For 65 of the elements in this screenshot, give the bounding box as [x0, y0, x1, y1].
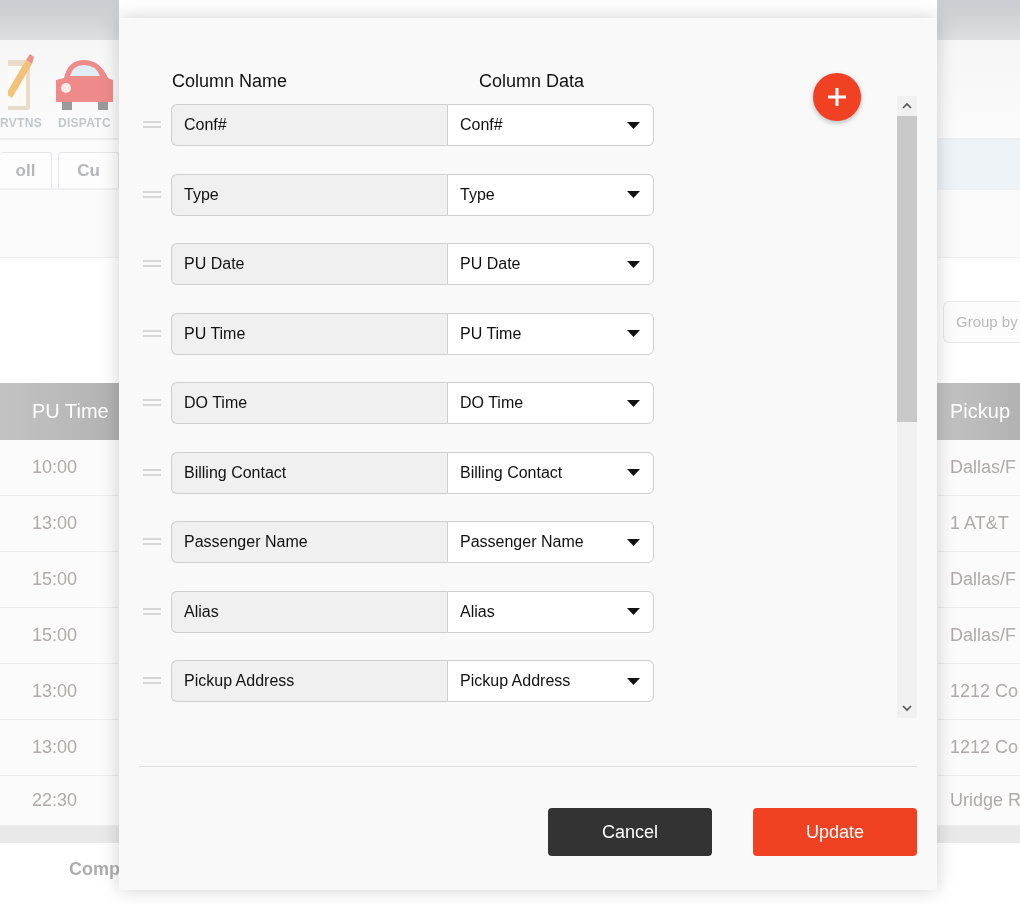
drag-handle-icon[interactable] [143, 121, 161, 129]
caret-icon [627, 538, 640, 546]
table-cell: 1 AT&T [937, 496, 1020, 552]
column-heading: Column Data [478, 70, 585, 92]
caret-icon [627, 677, 640, 685]
plus-icon [827, 87, 847, 107]
column-data-select[interactable]: Type [447, 173, 654, 216]
column-name-field[interactable]: PU Time [171, 312, 447, 355]
toolbar-label: DISPATC [57, 116, 111, 130]
table-cell: Uridge R [937, 776, 1020, 826]
column-header: Pickup [937, 383, 1020, 440]
column-name-field[interactable]: Pickup Address [171, 660, 447, 702]
drag-handle-icon[interactable] [143, 538, 161, 546]
cancel-button[interactable]: Cancel [548, 808, 712, 856]
footer-label: Comp [69, 859, 119, 880]
drag-handle-icon[interactable] [143, 677, 161, 685]
table-cell: 1212 Co [937, 720, 1020, 776]
caret-icon [627, 399, 640, 407]
scroll-thumb[interactable] [897, 116, 917, 422]
column-name-field[interactable]: Billing Contact [171, 451, 447, 494]
add-button[interactable] [813, 73, 861, 121]
table-cell: 10:00 [0, 440, 119, 496]
column-name-field[interactable]: Passenger Name [171, 521, 447, 563]
caret-icon [627, 330, 640, 337]
column-data-select[interactable]: DO Time [447, 382, 654, 424]
drag-handle-icon[interactable] [143, 260, 161, 268]
drag-handle-icon[interactable] [143, 190, 161, 199]
table-cell: 1212 Co [937, 664, 1020, 720]
clipboard-icon[interactable] [7, 54, 34, 112]
table-cell: Dallas/F [937, 440, 1020, 496]
column-data-select[interactable]: PU Date [447, 243, 654, 285]
toolbar-label: RVTNS [0, 116, 42, 130]
table-cell: 22:30 [0, 776, 119, 826]
scrollbar[interactable] [897, 96, 917, 718]
column-data-select[interactable]: Conf# [447, 104, 654, 146]
caret-icon [627, 121, 640, 129]
column-name-field[interactable]: Conf# [171, 104, 447, 146]
column-name-field[interactable]: DO Time [171, 382, 447, 424]
column-data-select[interactable]: Passenger Name [447, 521, 654, 563]
drag-handle-icon[interactable] [143, 607, 161, 616]
table-cell: 13:00 [0, 720, 119, 776]
caret-icon [627, 260, 640, 268]
drag-handle-icon[interactable] [143, 399, 161, 407]
group-by-field[interactable]: Group by [943, 300, 1020, 343]
caret-icon [627, 469, 640, 476]
table-cell: 15:00 [0, 552, 119, 608]
update-button[interactable]: Update [753, 808, 917, 856]
column-header: PU Time [0, 383, 119, 440]
caret-icon [627, 608, 640, 615]
column-data-select[interactable]: Pickup Address [447, 660, 654, 702]
column-heading: Column Name [171, 70, 288, 92]
table-cell: Dallas/F [937, 552, 1020, 608]
caret-icon [627, 191, 640, 198]
column-data-select[interactable]: Billing Contact [447, 451, 654, 494]
column-name-field[interactable]: Alias [171, 590, 447, 633]
column-name-field[interactable]: PU Date [171, 243, 447, 285]
table-cell: Dallas/F [937, 608, 1020, 664]
table-cell: 13:00 [0, 496, 119, 552]
table-cell: 13:00 [0, 664, 119, 720]
column-name-field[interactable]: Type [171, 173, 447, 216]
drag-handle-icon[interactable] [143, 468, 161, 477]
column-data-select[interactable]: Alias [447, 590, 654, 633]
drag-handle-icon[interactable] [143, 329, 161, 338]
table-cell: 15:00 [0, 608, 119, 664]
column-data-select[interactable]: PU Time [447, 312, 654, 355]
